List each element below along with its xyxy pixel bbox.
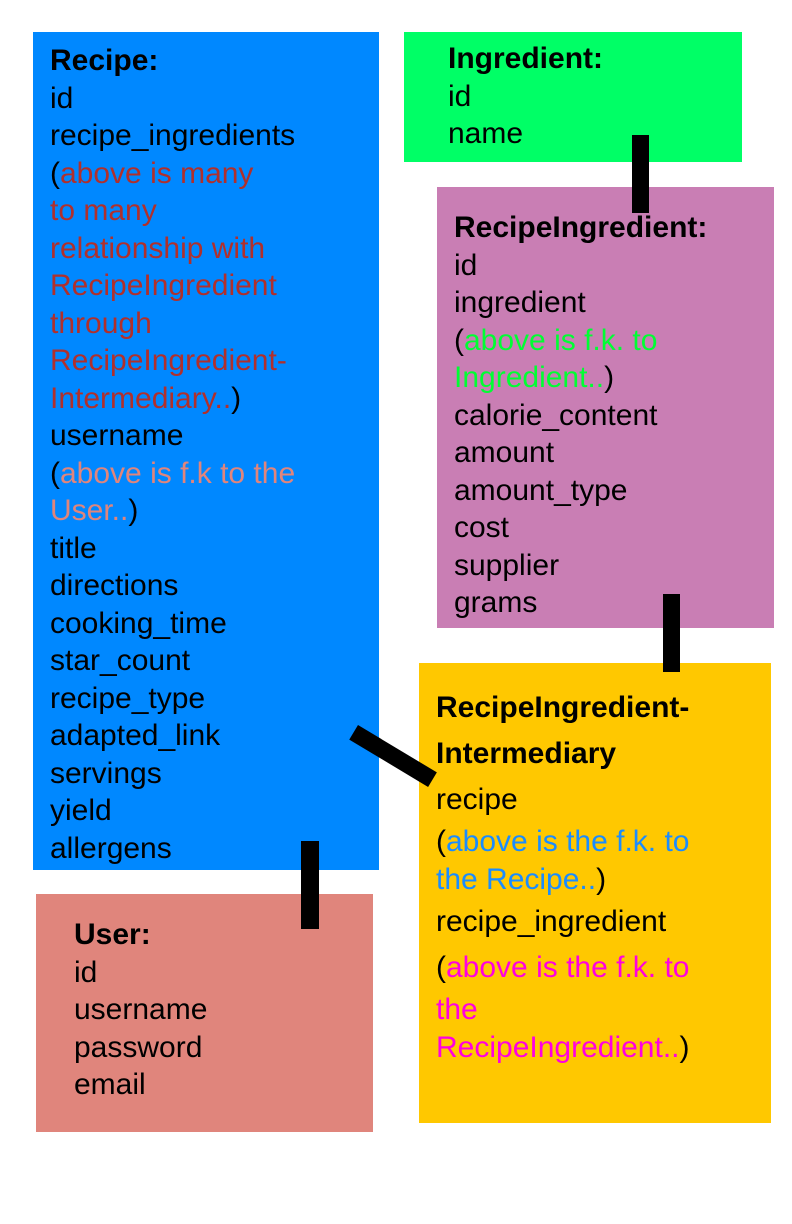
user-field: id bbox=[74, 955, 98, 989]
recipe-field: yield bbox=[50, 794, 112, 827]
recipe-note-user-fk: (above is f.k to the bbox=[50, 455, 379, 493]
note-text: Ingredient.. bbox=[454, 361, 605, 394]
user-entity: User: id username password email bbox=[36, 894, 373, 1132]
recipe-field: title bbox=[50, 531, 97, 565]
note-text: above is many bbox=[60, 156, 254, 190]
recipe-ingredient-entity: RecipeIngredient: id ingredient (above i… bbox=[437, 187, 774, 628]
paren-open: ( bbox=[436, 825, 446, 858]
recipe-ingredient-field: cost bbox=[454, 511, 510, 544]
recipe-field: adapted_link bbox=[50, 719, 221, 752]
recipe-ingredient-field: grams bbox=[454, 586, 538, 619]
paren-close: ) bbox=[679, 1031, 690, 1064]
intermediary-note-ri-end: RecipeIngredient..) bbox=[436, 1029, 771, 1067]
recipe-note-m2m-line: RecipeIngredient bbox=[50, 269, 277, 302]
recipe-entity: Recipe: id recipe_ingredients (above is … bbox=[33, 32, 379, 870]
connector-recipe-to-user bbox=[301, 841, 319, 929]
intermediary-title-line1: RecipeIngredient- bbox=[436, 691, 690, 724]
user-title: User: bbox=[74, 918, 151, 951]
ingredient-title: Ingredient: bbox=[448, 42, 603, 75]
paren-close: ) bbox=[128, 494, 139, 527]
recipe-ingredient-field: amount_type bbox=[454, 473, 628, 507]
recipe-note-m2m-end: Intermediary..) bbox=[50, 380, 379, 418]
paren-close: ) bbox=[231, 381, 242, 415]
intermediary-note-recipe: (above is the f.k. to bbox=[436, 823, 771, 861]
note-text: Intermediary.. bbox=[50, 381, 232, 415]
note-text: RecipeIngredient.. bbox=[436, 1031, 680, 1064]
recipe-field-id: id bbox=[50, 81, 74, 115]
intermediary-note-ri: (above is the f.k. to bbox=[436, 945, 771, 991]
recipe-note-m2m-line: to many bbox=[50, 194, 157, 227]
recipe-field: cooking_time bbox=[50, 606, 227, 640]
user-field: password bbox=[74, 1030, 203, 1064]
recipe-field-recipe-ingredients: recipe_ingredients bbox=[50, 119, 296, 152]
connector-recipe-ingredient-to-intermediary bbox=[663, 594, 680, 672]
paren-open: ( bbox=[454, 323, 464, 357]
recipe-note-user-fk-end: User..) bbox=[50, 492, 379, 530]
recipe-field: allergens bbox=[50, 831, 172, 865]
paren-open: ( bbox=[50, 456, 60, 490]
note-text: User.. bbox=[50, 494, 129, 527]
note-text: above is f.k. to bbox=[464, 323, 658, 357]
recipe-ingredient-note: (above is f.k. to bbox=[454, 322, 774, 360]
recipe-ingredient-note-end: Ingredient..) bbox=[454, 359, 774, 397]
note-text: the Recipe.. bbox=[436, 863, 597, 896]
recipe-ingredient-field: calorie_content bbox=[454, 398, 658, 432]
recipe-field: servings bbox=[50, 756, 162, 790]
connector-ingredient-to-recipe-ingredient bbox=[632, 135, 649, 213]
intermediary-entity: RecipeIngredient- Intermediary recipe (a… bbox=[419, 663, 771, 1123]
recipe-note-m2m-line: RecipeIngredient- bbox=[50, 344, 287, 377]
recipe-title: Recipe: bbox=[50, 44, 159, 77]
recipe-note-m2m-line: relationship with bbox=[50, 231, 266, 265]
paren-close: ) bbox=[604, 361, 615, 394]
note-text: above is the f.k. to bbox=[446, 825, 690, 858]
intermediary-note-recipe-end: the Recipe..) bbox=[436, 861, 771, 899]
note-text: above is the f.k. to bbox=[446, 951, 690, 984]
paren-open: ( bbox=[50, 156, 60, 190]
note-text: above is f.k to the bbox=[60, 456, 296, 490]
ingredient-field: name bbox=[448, 117, 524, 150]
recipe-ingredient-field: supplier bbox=[454, 548, 560, 582]
recipe-note-m2m: (above is many bbox=[50, 155, 379, 193]
paren-open: ( bbox=[436, 951, 446, 984]
recipe-field: recipe_type bbox=[50, 681, 206, 715]
recipe-ingredient-title: RecipeIngredient: bbox=[454, 211, 708, 244]
recipe-ingredient-field: id bbox=[454, 248, 478, 282]
recipe-field-username: username bbox=[50, 419, 184, 452]
ingredient-entity: Ingredient: id name bbox=[404, 32, 742, 162]
intermediary-title-line2: Intermediary bbox=[436, 737, 617, 770]
recipe-ingredient-field: ingredient bbox=[454, 286, 586, 319]
intermediary-field-recipe-ingredient: recipe_ingredient bbox=[436, 905, 667, 938]
recipe-note-m2m-line: through bbox=[50, 306, 152, 340]
ingredient-field: id bbox=[448, 79, 472, 113]
recipe-field: star_count bbox=[50, 644, 191, 677]
user-field: username bbox=[74, 993, 208, 1026]
intermediary-field-recipe: recipe bbox=[436, 783, 518, 816]
recipe-ingredient-field: amount bbox=[454, 436, 555, 469]
user-field: email bbox=[74, 1068, 146, 1101]
recipe-field: directions bbox=[50, 569, 179, 602]
paren-close: ) bbox=[596, 863, 607, 896]
intermediary-note-ri-line: the bbox=[436, 993, 478, 1026]
